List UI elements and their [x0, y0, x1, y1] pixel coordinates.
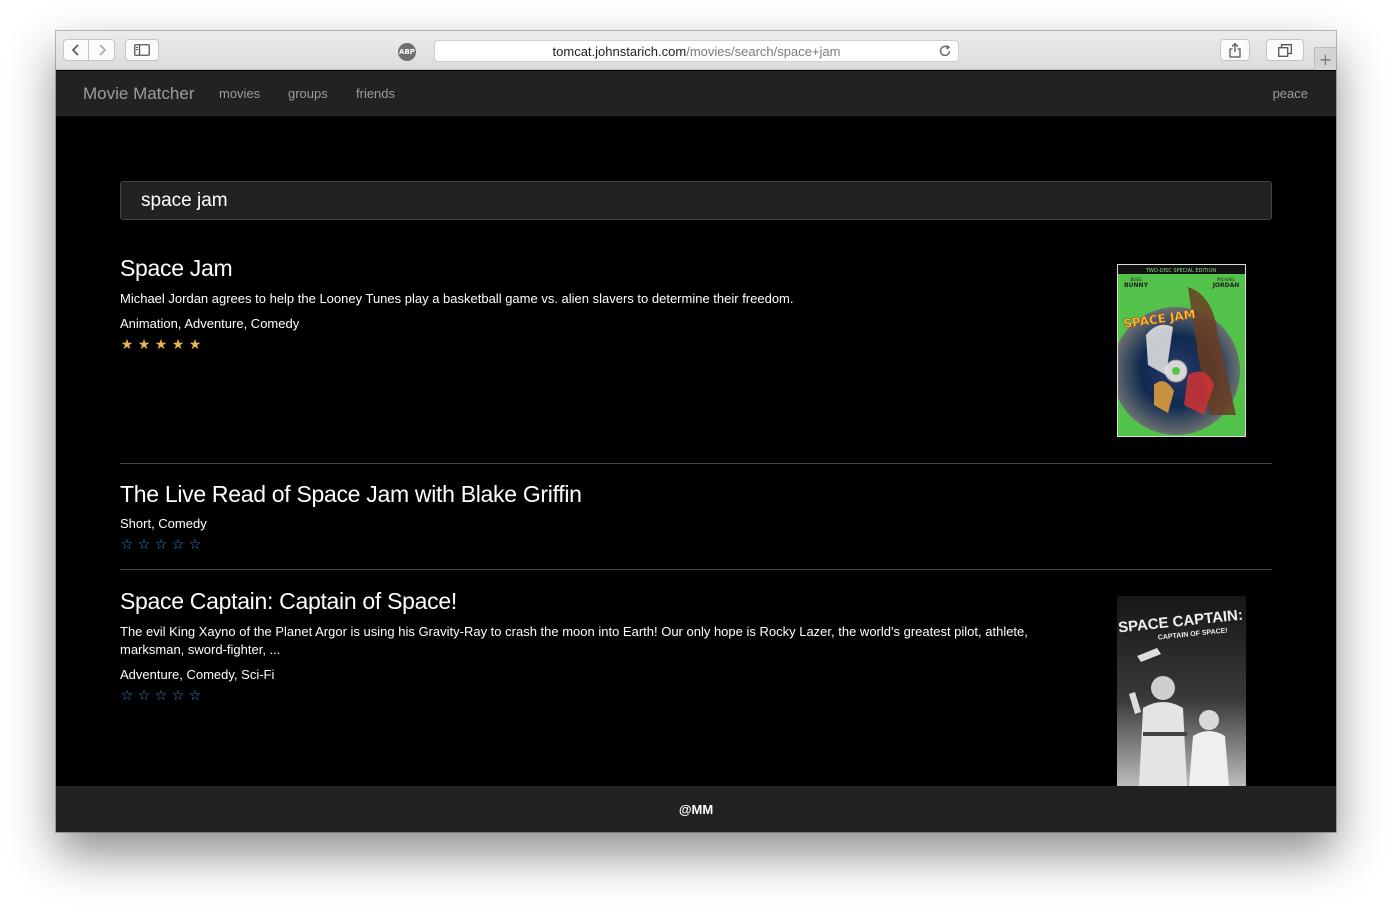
- nav-link-groups[interactable]: groups: [288, 86, 328, 101]
- star-outline-icon[interactable]: ☆: [120, 537, 134, 553]
- star-icon[interactable]: ★: [171, 337, 185, 353]
- star-outline-icon[interactable]: ☆: [154, 537, 168, 553]
- nav-link-peace[interactable]: peace: [1273, 86, 1308, 101]
- space-captain-poster[interactable]: SPACE CAPTAIN: CAPTAIN OF SPACE!: [1117, 596, 1246, 786]
- poster-art: SPACE CAPTAIN: CAPTAIN OF SPACE!: [1117, 607, 1244, 786]
- share-icon: [1229, 42, 1241, 58]
- result-description: The evil King Xayno of the Planet Argor …: [120, 624, 1028, 657]
- footer-text: @MM: [678, 801, 714, 817]
- sidebar-icon: [134, 44, 150, 56]
- result-title[interactable]: The Live Read of Space Jam with Blake Gr…: [120, 481, 1272, 508]
- reload-icon: [939, 44, 951, 57]
- nav-link-movies[interactable]: movies: [219, 86, 260, 101]
- forward-button[interactable]: [89, 39, 115, 61]
- poster-art: TWO-DISC SPECIAL EDITION BUGS BUNNY MICH…: [1118, 265, 1245, 436]
- nav-link-friends[interactable]: friends: [356, 86, 395, 101]
- url-path: /movies/search/space+jam: [686, 43, 841, 59]
- chevron-right-icon: [98, 44, 106, 56]
- tabs-icon: [1278, 43, 1292, 57]
- back-button[interactable]: [63, 39, 89, 61]
- star-outline-icon[interactable]: ☆: [188, 537, 202, 553]
- star-outline-icon[interactable]: ☆: [137, 688, 151, 704]
- result-genres: Short, Comedy: [120, 516, 207, 531]
- result-title[interactable]: Space Jam: [120, 255, 1272, 282]
- browser-toolbar: ABP tomcat.johnstarich.com/movies/search…: [56, 31, 1336, 70]
- search-result: The Live Read of Space Jam with Blake Gr…: [120, 481, 1272, 553]
- star-outline-icon[interactable]: ☆: [188, 688, 202, 704]
- star-outline-icon[interactable]: ☆: [171, 537, 185, 553]
- tabs-overview-button[interactable]: [1266, 39, 1304, 61]
- site-navbar: Movie Matcher movies groups friends peac…: [56, 71, 1336, 117]
- rating-stars[interactable]: ★ ★ ★ ★ ★: [120, 337, 1272, 353]
- search-result: Space Captain: Captain of Space! The evi…: [120, 588, 1272, 704]
- poster-name-text: BUNNY: [1124, 282, 1148, 289]
- star-icon[interactable]: ★: [137, 337, 151, 353]
- history-nav: [63, 39, 115, 61]
- result-divider: [120, 569, 1272, 570]
- movie-search-input[interactable]: [120, 181, 1272, 220]
- new-tab-button[interactable]: +: [1314, 47, 1336, 70]
- brand-link[interactable]: Movie Matcher: [83, 84, 194, 104]
- star-outline-icon[interactable]: ☆: [171, 688, 185, 704]
- result-title[interactable]: Space Captain: Captain of Space!: [120, 588, 1272, 615]
- result-divider: [120, 463, 1272, 464]
- result-description: Michael Jordan agrees to help the Looney…: [120, 291, 794, 306]
- star-outline-icon[interactable]: ☆: [120, 688, 134, 704]
- star-icon[interactable]: ★: [154, 337, 168, 353]
- rating-stars[interactable]: ☆ ☆ ☆ ☆ ☆: [120, 537, 1272, 553]
- rating-stars[interactable]: ☆ ☆ ☆ ☆ ☆: [120, 688, 1272, 704]
- search-result: Space Jam Michael Jordan agrees to help …: [120, 255, 1272, 353]
- address-bar[interactable]: tomcat.johnstarich.com/movies/search/spa…: [434, 40, 959, 62]
- poster-name-text: JORDAN: [1212, 282, 1240, 289]
- result-genres: Animation, Adventure, Comedy: [120, 316, 300, 331]
- adblock-icon[interactable]: ABP: [398, 43, 416, 61]
- star-outline-icon[interactable]: ☆: [154, 688, 168, 704]
- chevron-left-icon: [71, 44, 79, 56]
- browser-window: ABP tomcat.johnstarich.com/movies/search…: [56, 31, 1336, 832]
- result-genres: Adventure, Comedy, Sci-Fi: [120, 667, 275, 682]
- space-jam-poster[interactable]: TWO-DISC SPECIAL EDITION BUGS BUNNY MICH…: [1117, 264, 1246, 437]
- site-footer: @MM: [56, 786, 1336, 832]
- star-outline-icon[interactable]: ☆: [137, 537, 151, 553]
- sidebar-button[interactable]: [125, 39, 159, 61]
- star-icon[interactable]: ★: [120, 337, 134, 353]
- share-button[interactable]: [1220, 39, 1250, 61]
- reload-button[interactable]: [938, 44, 952, 61]
- star-icon[interactable]: ★: [188, 337, 202, 353]
- poster-banner-text: TWO-DISC SPECIAL EDITION: [1145, 268, 1217, 274]
- url-host: tomcat.johnstarich.com: [552, 43, 687, 59]
